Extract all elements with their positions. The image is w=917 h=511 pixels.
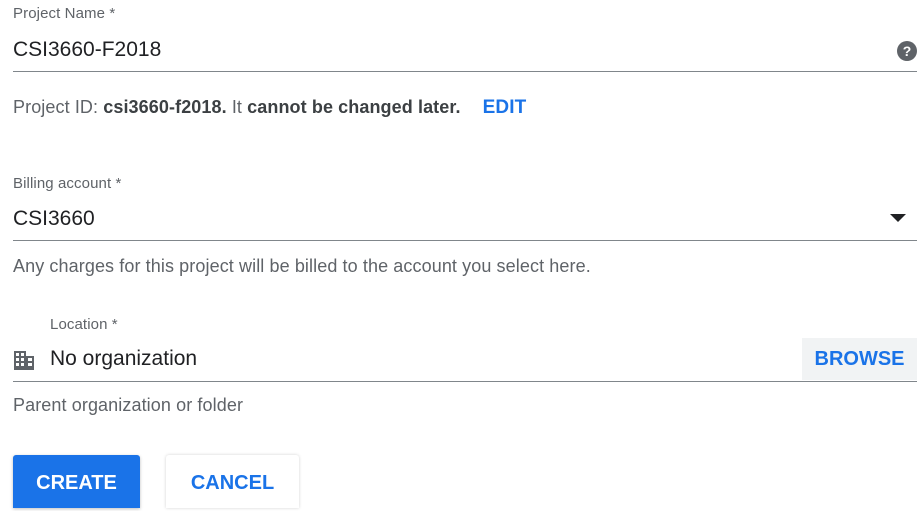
- edit-project-id-link[interactable]: EDIT: [483, 97, 527, 118]
- project-id-prefix: Project ID:: [13, 97, 104, 117]
- billing-account-helper: Any charges for this project will be bil…: [13, 256, 591, 276]
- billing-account-label: Billing account *: [13, 175, 122, 192]
- help-circle-icon[interactable]: ?: [897, 41, 917, 61]
- project-name-label: Project Name *: [13, 5, 116, 22]
- project-id-warning: cannot be changed later.: [247, 97, 461, 117]
- project-id-value: csi3660-f2018.: [103, 97, 227, 117]
- location-label: Location *: [50, 316, 118, 333]
- location-helper: Parent organization or folder: [13, 395, 244, 415]
- billing-account-underline: [13, 240, 917, 241]
- project-id-middle: It: [226, 97, 248, 117]
- building-icon: [14, 351, 34, 370]
- location-input[interactable]: No organization: [50, 347, 197, 371]
- project-name-input[interactable]: CSI3660-F2018: [13, 38, 161, 62]
- project-name-underline: [13, 71, 917, 72]
- billing-account-select[interactable]: CSI3660: [13, 207, 95, 231]
- location-underline: [13, 381, 917, 382]
- browse-button[interactable]: BROWSE: [802, 338, 917, 380]
- cancel-button[interactable]: CANCEL: [166, 455, 299, 508]
- create-button[interactable]: CREATE: [13, 455, 140, 508]
- project-id-line: Project ID: csi3660-f2018. It cannot be …: [13, 97, 526, 119]
- dropdown-arrow-icon[interactable]: [890, 214, 906, 222]
